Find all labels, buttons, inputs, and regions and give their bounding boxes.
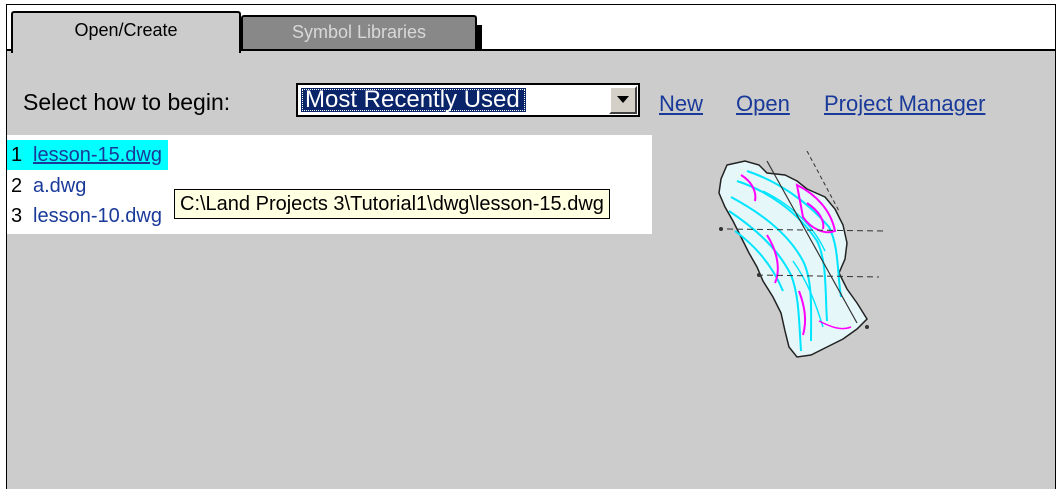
tab-symbol-libraries[interactable]: Symbol Libraries xyxy=(241,15,482,49)
list-item[interactable]: 1 lesson-15.dwg xyxy=(7,140,168,170)
file-link[interactable]: a.dwg xyxy=(33,175,86,197)
file-link[interactable]: lesson-15.dwg xyxy=(33,144,162,166)
project-manager-link[interactable]: Project Manager xyxy=(824,91,985,117)
select-value[interactable]: Most Recently Used xyxy=(301,88,526,112)
open-create-panel: Open/Create Symbol Libraries Select how … xyxy=(6,4,1056,489)
begin-label: Select how to begin: xyxy=(23,89,231,115)
file-path-tooltip: C:\Land Projects 3\Tutorial1\dwg\lesson-… xyxy=(174,189,610,219)
new-link[interactable]: New xyxy=(659,91,703,117)
begin-row: Select how to begin: Most Recently Used … xyxy=(7,83,1055,119)
item-number: 1 xyxy=(11,144,23,166)
list-item[interactable]: 2 a.dwg xyxy=(7,171,86,201)
open-link[interactable]: Open xyxy=(736,91,790,117)
list-item[interactable]: 3 lesson-10.dwg xyxy=(7,201,162,231)
recent-files-list: 1 lesson-15.dwg 2 a.dwg 3 lesson-10.dwg xyxy=(7,135,652,234)
tab-bar: Open/Create Symbol Libraries xyxy=(7,5,1055,53)
begin-mode-select[interactable]: Most Recently Used xyxy=(296,83,640,117)
chevron-down-icon xyxy=(617,96,629,103)
item-number: 2 xyxy=(11,175,23,197)
tab-open-create[interactable]: Open/Create xyxy=(11,11,241,53)
file-link[interactable]: lesson-10.dwg xyxy=(33,205,162,227)
drawing-preview xyxy=(707,150,887,363)
drawing-thumbnail-icon xyxy=(718,150,884,358)
item-number: 3 xyxy=(11,205,23,227)
dropdown-button[interactable] xyxy=(609,86,637,114)
